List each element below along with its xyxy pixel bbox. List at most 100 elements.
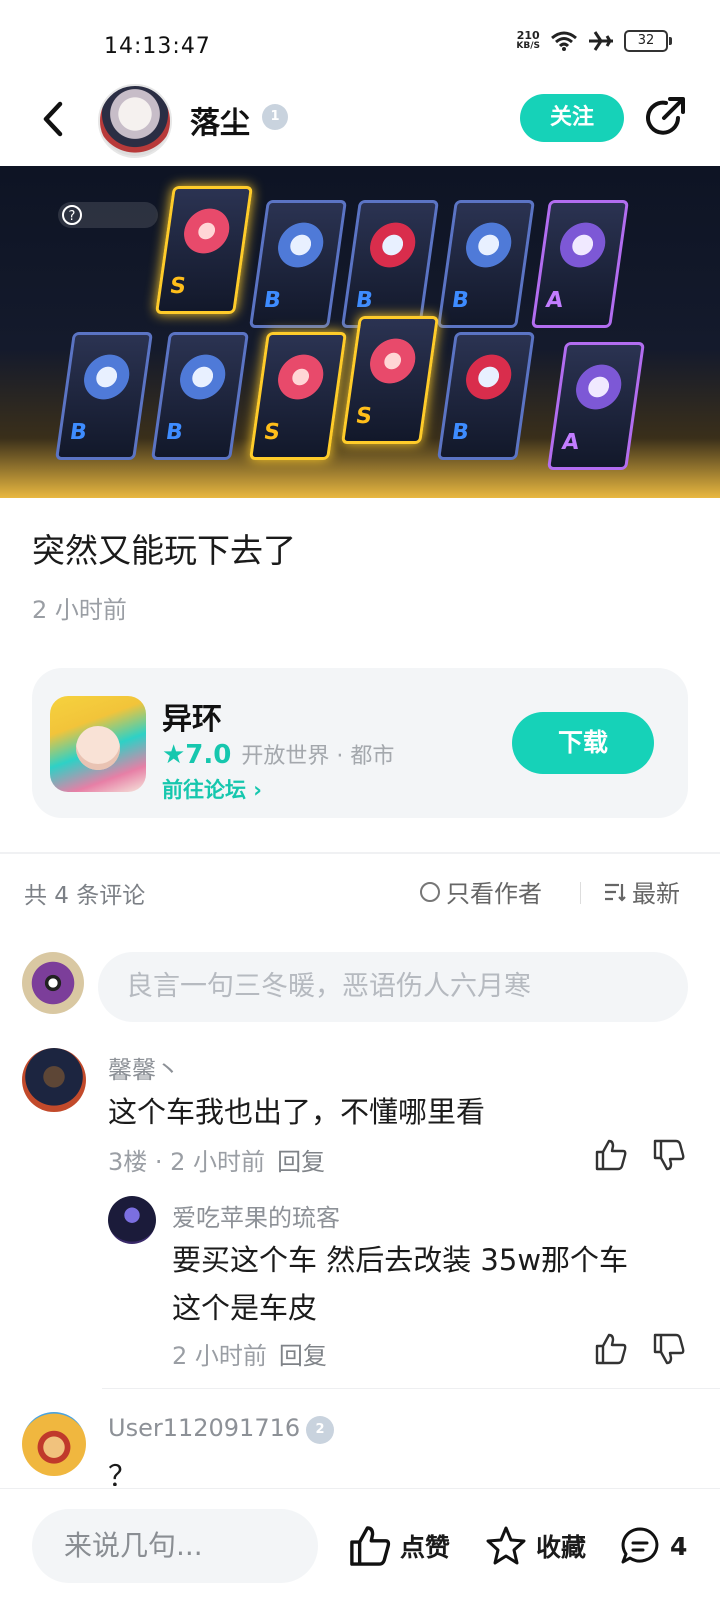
- thumbs-up-icon[interactable]: [594, 1332, 628, 1366]
- card-art: [565, 359, 632, 415]
- loot-card: B: [249, 200, 347, 328]
- card-rank: A: [544, 288, 565, 313]
- card-art: [455, 217, 522, 273]
- card-rank: B: [262, 288, 283, 313]
- loot-card: S: [155, 186, 253, 314]
- comment-count: 共 4 条评论: [24, 883, 146, 909]
- game-icon[interactable]: [50, 696, 146, 792]
- thumbs-up-icon[interactable]: [594, 1138, 628, 1172]
- reply-text-line2: 这个是车皮: [172, 1291, 318, 1325]
- comment-text: ？: [108, 1459, 138, 1486]
- back-arrow-icon[interactable]: [36, 96, 76, 142]
- post-image[interactable]: S B B B A B B S S B A: [0, 166, 720, 498]
- sort-label: 最新: [632, 880, 680, 908]
- reply-button[interactable]: 回复: [279, 1342, 327, 1370]
- like-label: 点赞: [400, 1533, 451, 1562]
- comment-text: 这个车我也出了，不懂哪里看: [108, 1095, 486, 1129]
- level-badge-icon: 1: [262, 104, 288, 130]
- reply-author-name[interactable]: 爱吃苹果的琉客: [172, 1198, 340, 1233]
- card-rank: S: [262, 420, 282, 445]
- loot-card: S: [249, 332, 347, 460]
- network-speed-value: 210: [516, 29, 540, 42]
- card-art: [267, 349, 334, 405]
- loot-card: B: [437, 332, 535, 460]
- forum-link[interactable]: 前往论坛 ›: [162, 774, 262, 804]
- sort-toggle[interactable]: 最新: [604, 874, 680, 909]
- level-badge-icon: 2: [306, 1416, 334, 1444]
- star-icon: [486, 1526, 526, 1565]
- card-rank: B: [354, 288, 375, 313]
- thumbs-up-icon: [350, 1526, 391, 1566]
- network-speed: 210 KB/S: [516, 29, 540, 51]
- loot-card: B: [341, 200, 439, 328]
- loot-card: B: [55, 332, 153, 460]
- reply-avatar[interactable]: [108, 1196, 156, 1244]
- card-art: [359, 333, 426, 389]
- status-bar: 14:13:47 210 KB/S 32: [0, 0, 720, 80]
- card-rank: S: [168, 274, 188, 299]
- card-art: [455, 349, 522, 405]
- commenter-name[interactable]: 馨馨丶: [108, 1050, 180, 1085]
- thumbs-down-icon[interactable]: [652, 1332, 686, 1366]
- game-meta: ★7.0 开放世界 · 都市: [162, 738, 394, 770]
- battery-indicator: 32: [624, 30, 672, 52]
- thumbs-down-icon[interactable]: [652, 1138, 686, 1172]
- card-art: [173, 203, 240, 259]
- network-speed-unit: KB/S: [516, 41, 540, 51]
- reply-meta: 2 小时前 回复: [172, 1336, 327, 1371]
- bottom-action-bar: 来说几句... 点赞 收藏 4: [0, 1488, 720, 1601]
- card-rank: B: [164, 420, 185, 445]
- game-rating: ★7.0: [162, 740, 232, 770]
- post-title: 突然又能玩下去了: [32, 531, 296, 570]
- card-rank: B: [68, 420, 89, 445]
- reply-button[interactable]: 回复: [277, 1148, 325, 1176]
- comment-count-badge: 4: [670, 1531, 688, 1561]
- author-name[interactable]: 落尘: [190, 98, 250, 142]
- status-icons: 210 KB/S 32: [516, 29, 672, 52]
- my-avatar: [22, 952, 84, 1014]
- comment-input[interactable]: 良言一句三冬暖，恶语伤人六月寒: [98, 952, 688, 1022]
- comment-meta: 3楼 · 2 小时前 回复: [108, 1142, 325, 1177]
- reply-text-line1: 要买这个车 然后去改装 35w那个车: [172, 1243, 629, 1277]
- share-icon[interactable]: [642, 94, 688, 140]
- follow-button[interactable]: 关注: [520, 94, 624, 142]
- loot-card: S: [341, 316, 439, 444]
- card-rank: A: [560, 430, 581, 455]
- comment-floor-time: 3楼 · 2 小时前: [108, 1148, 266, 1176]
- card-art: [169, 349, 236, 405]
- loot-card: B: [151, 332, 249, 460]
- card-art: [73, 349, 140, 405]
- comment-bubble-icon: [621, 1527, 659, 1564]
- commenter-name[interactable]: User112091716: [108, 1414, 300, 1442]
- author-avatar[interactable]: [98, 84, 172, 158]
- post-header: 落尘 1 关注: [0, 82, 720, 162]
- commenter-avatar[interactable]: [22, 1048, 86, 1112]
- airplane-mode-icon: [589, 31, 613, 51]
- comment-divider: [102, 1388, 720, 1389]
- separator: [580, 882, 581, 904]
- wifi-icon: [551, 31, 577, 51]
- reply-time: 2 小时前: [172, 1342, 267, 1370]
- download-button[interactable]: 下载: [512, 712, 654, 774]
- card-rank: B: [450, 420, 471, 445]
- card-art: [359, 217, 426, 273]
- game-card[interactable]: 异环 ★7.0 开放世界 · 都市 前往论坛 › 下载: [32, 668, 688, 818]
- author-only-toggle[interactable]: 只看作者: [420, 874, 542, 909]
- quick-comment-input[interactable]: 来说几句...: [32, 1509, 318, 1583]
- section-divider: [0, 852, 720, 854]
- card-rank: B: [450, 288, 471, 313]
- radio-circle-icon: [420, 881, 440, 902]
- author-only-label: 只看作者: [446, 880, 542, 908]
- loot-card: A: [547, 342, 645, 470]
- loot-card: A: [531, 200, 629, 328]
- comments-button[interactable]: 4: [618, 1511, 687, 1581]
- card-rank: S: [354, 404, 374, 429]
- like-button[interactable]: 点赞: [348, 1511, 450, 1581]
- post-time: 2 小时前: [32, 596, 127, 624]
- card-art: [267, 217, 334, 273]
- favorite-button[interactable]: 收藏: [484, 1511, 586, 1581]
- sort-lines-icon: [605, 883, 626, 902]
- commenter-avatar[interactable]: [22, 1412, 86, 1476]
- favorite-label: 收藏: [536, 1533, 587, 1562]
- clock: 14:13:47: [104, 34, 211, 59]
